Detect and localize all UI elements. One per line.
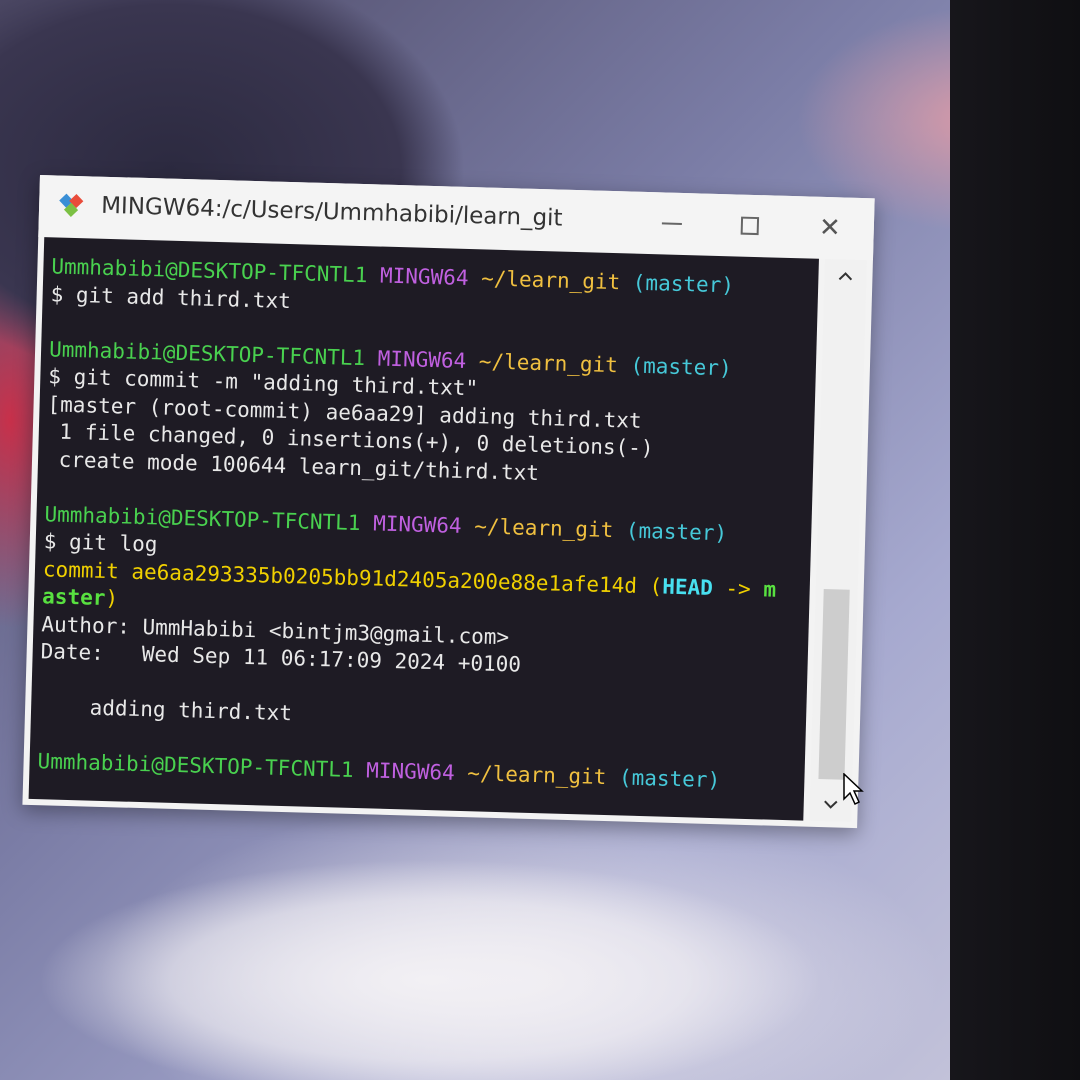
prompt-env: MINGW64 [379,263,469,291]
git-bash-icon [59,193,84,217]
branch-ref: aster [41,584,106,610]
prompt-path: ~/learn_git [467,761,607,790]
maximize-button[interactable] [727,208,772,243]
chevron-up-icon [838,272,853,281]
branch-ref: m [763,576,777,602]
wallpaper-paint-splash [0,780,1080,1080]
vertical-scrollbar[interactable] [809,258,867,822]
scroll-up-button[interactable] [824,259,867,294]
chevron-down-icon [824,800,838,809]
mouse-pointer-icon [843,773,864,806]
prompt-env: MINGW64 [365,758,456,785]
scroll-thumb[interactable] [818,589,850,780]
monitor-bezel [950,0,1080,1080]
head-ref: HEAD [661,574,714,600]
prompt-branch: (master) [618,765,721,793]
minimize-icon [661,222,682,225]
close-icon: ✕ [818,212,842,244]
close-button[interactable]: ✕ [807,210,852,245]
prompt-path: ~/learn_git [478,348,619,377]
prompt-env: MINGW64 [372,510,462,538]
terminal-window[interactable]: MINGW64:/c/Users/Ummhabibi/learn_git ✕ U… [22,175,875,829]
minimize-button[interactable] [649,206,694,241]
terminal-output[interactable]: Ummhabibi@DESKTOP-TFCNTL1 MINGW64 ~/lear… [28,237,819,821]
commit-close: ) [105,585,119,611]
window-title: MINGW64:/c/Users/Ummhabibi/learn_git [100,192,563,232]
ref-arrow: -> [712,575,764,601]
prompt-branch: (master) [625,518,728,545]
prompt-path: ~/learn_git [480,266,621,295]
prompt-branch: (master) [630,353,733,380]
prompt-env: MINGW64 [377,346,467,373]
maximize-icon [740,216,760,236]
prompt-path: ~/learn_git [473,513,614,542]
prompt-branch: (master) [632,270,735,298]
